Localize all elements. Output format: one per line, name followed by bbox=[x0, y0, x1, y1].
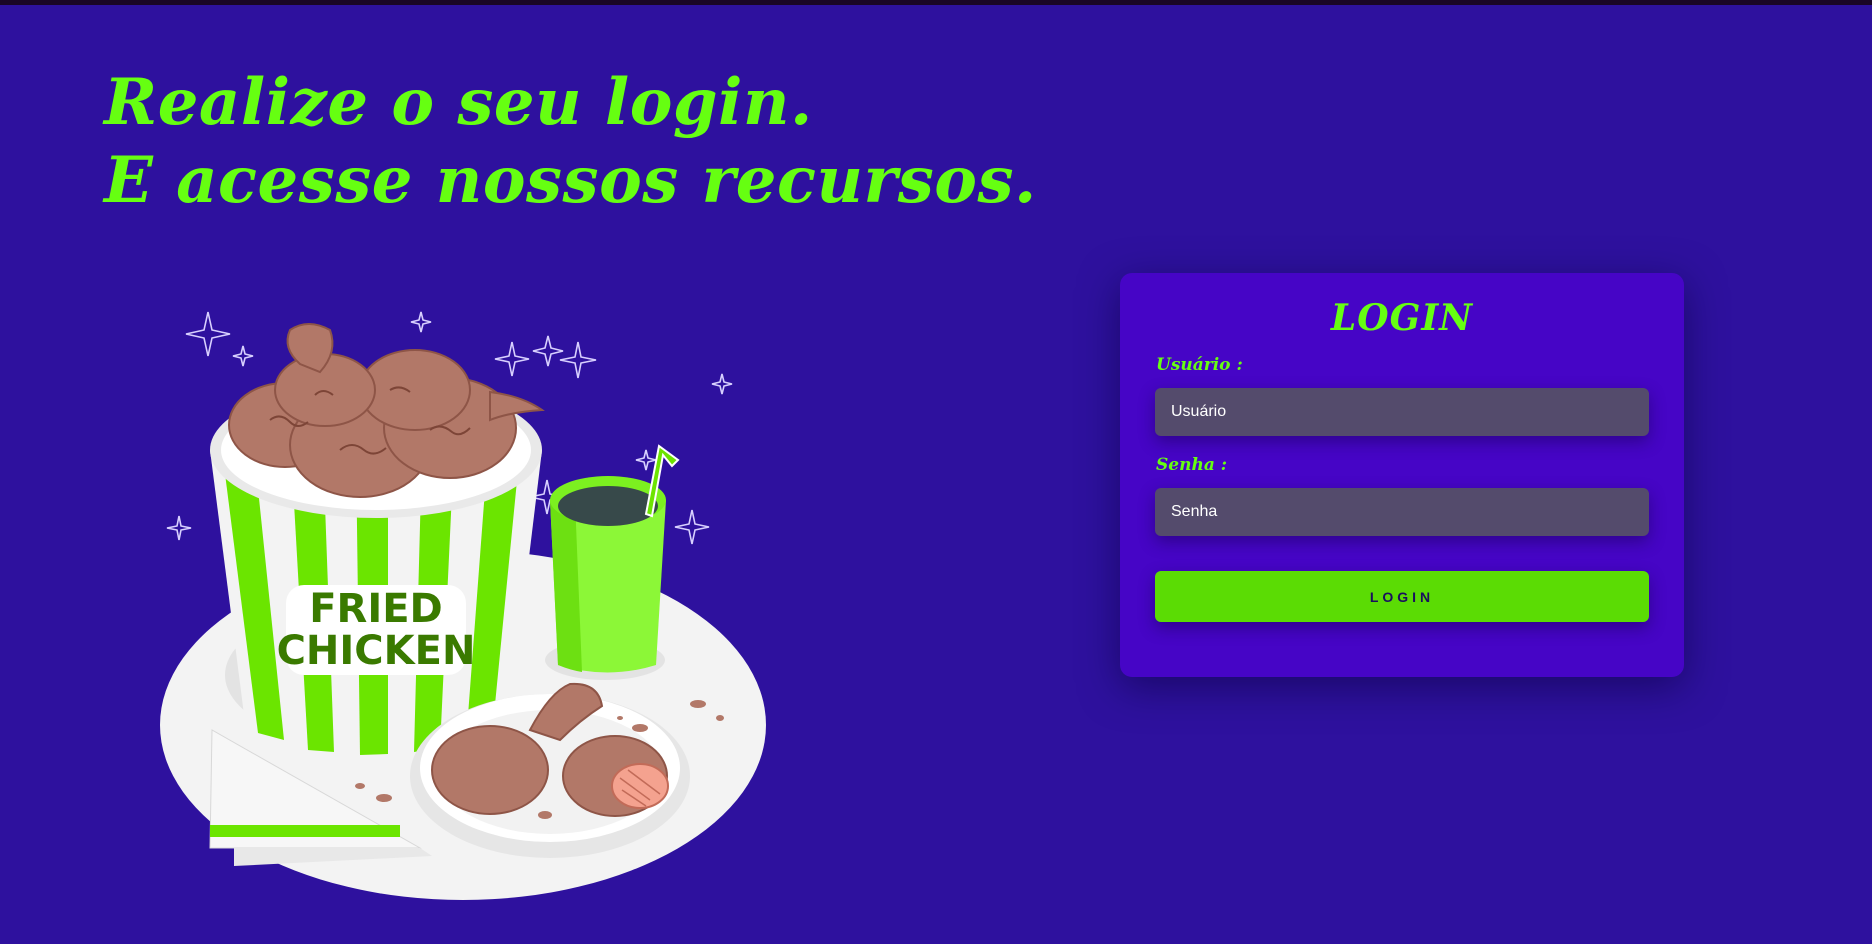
login-button[interactable]: LOGIN bbox=[1155, 571, 1649, 622]
bucket-label: FRIED CHICKEN bbox=[277, 585, 476, 675]
headline-line-2: E acesse nossos recursos. bbox=[104, 143, 1037, 218]
bucket-text-chicken: CHICKEN bbox=[277, 628, 476, 674]
fried-chicken-illustration: FRIED CHICKEN bbox=[160, 311, 766, 900]
bucket-text-fried: FRIED bbox=[309, 586, 443, 632]
username-label: Usuário : bbox=[1156, 355, 1243, 375]
username-input[interactable] bbox=[1155, 388, 1649, 436]
top-bar bbox=[0, 0, 1872, 5]
password-input[interactable] bbox=[1155, 488, 1649, 536]
headline-line-1: Realize o seu login. bbox=[104, 65, 813, 140]
password-label: Senha : bbox=[1156, 455, 1228, 475]
login-card: LOGIN Usuário : Senha : LOGIN bbox=[1120, 273, 1684, 677]
page-headline: Realize o seu login. E acesse nossos rec… bbox=[104, 64, 1037, 220]
login-title: LOGIN bbox=[1330, 297, 1474, 339]
